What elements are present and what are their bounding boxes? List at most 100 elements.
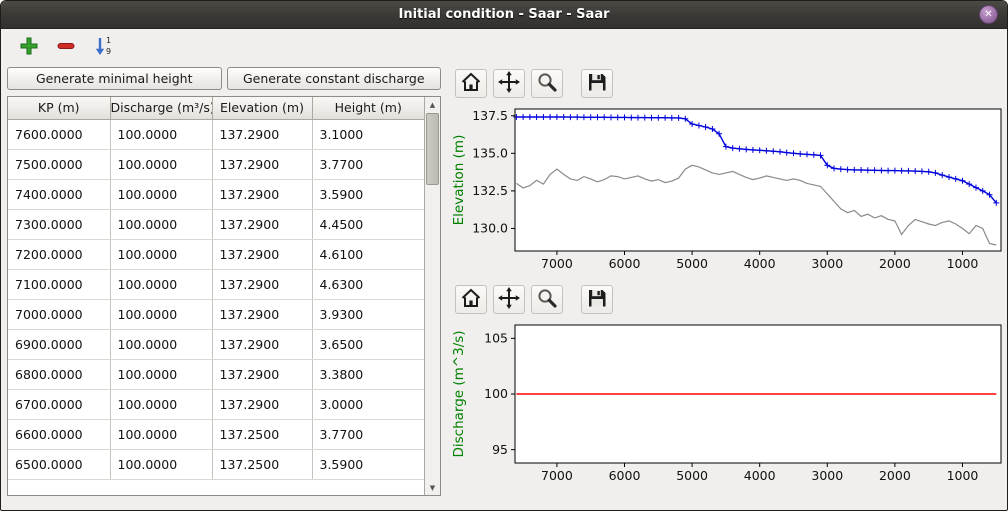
table-cell[interactable]: 100.0000	[110, 239, 212, 269]
initial-condition-table: KP (m)Discharge (m³/s)Elevation (m)Heigh…	[7, 96, 441, 496]
table-cell[interactable]: 137.2900	[212, 299, 312, 329]
discharge-save-button[interactable]	[581, 285, 613, 314]
svg-text:5000: 5000	[676, 468, 708, 483]
save-icon	[585, 70, 609, 97]
column-header[interactable]: Discharge (m³/s)	[110, 97, 212, 119]
add-row-button[interactable]	[15, 33, 43, 61]
elevation-plot-toolbar	[449, 65, 1008, 101]
sort-ascending-icon: 1 9	[92, 35, 114, 60]
table-cell[interactable]: 3.6500	[312, 329, 424, 359]
table-cell[interactable]: 3.9300	[312, 299, 424, 329]
remove-icon	[55, 35, 77, 60]
table-cell[interactable]: 100.0000	[110, 149, 212, 179]
table-cell[interactable]: 137.2900	[212, 269, 312, 299]
table-header-row: KP (m)Discharge (m³/s)Elevation (m)Heigh…	[8, 97, 424, 119]
table-cell[interactable]: 100.0000	[110, 119, 212, 149]
scrollbar-thumb[interactable]	[426, 113, 439, 185]
table-cell[interactable]: 100.0000	[110, 419, 212, 449]
table-cell[interactable]: 100.0000	[110, 359, 212, 389]
table-cell[interactable]: 100.0000	[110, 179, 212, 209]
table-scrollbar[interactable]: ▲ ▼	[424, 97, 440, 495]
table-cell[interactable]: 4.4500	[312, 209, 424, 239]
scrollbar-down-icon[interactable]: ▼	[425, 480, 440, 495]
table-cell[interactable]: 100.0000	[110, 269, 212, 299]
svg-text:1000: 1000	[947, 468, 979, 483]
table-cell[interactable]: 6900.0000	[8, 329, 110, 359]
table-cell[interactable]: 100.0000	[110, 329, 212, 359]
add-icon	[18, 35, 40, 60]
discharge-zoom-button[interactable]	[531, 285, 563, 314]
svg-text:105: 105	[484, 331, 508, 346]
table-cell[interactable]: 137.2900	[212, 389, 312, 419]
generate-constant-discharge-button[interactable]: Generate constant discharge	[227, 67, 442, 90]
generate-minimal-height-button[interactable]: Generate minimal height	[7, 67, 222, 90]
home-icon	[459, 286, 483, 313]
table-cell[interactable]: 7600.0000	[8, 119, 110, 149]
table-cell[interactable]: 3.0000	[312, 389, 424, 419]
table-cell[interactable]: 3.3800	[312, 359, 424, 389]
table-cell[interactable]: 137.2900	[212, 209, 312, 239]
table-cell[interactable]: 7100.0000	[8, 269, 110, 299]
column-header[interactable]: KP (m)	[8, 97, 110, 119]
table-cell[interactable]: 4.6100	[312, 239, 424, 269]
table-cell[interactable]: 137.2900	[212, 359, 312, 389]
elevation-pan-button[interactable]	[493, 69, 525, 98]
discharge-home-button[interactable]	[455, 285, 487, 314]
table-cell[interactable]: 7300.0000	[8, 209, 110, 239]
table-cell[interactable]: 137.2900	[212, 179, 312, 209]
table-cell[interactable]: 6700.0000	[8, 389, 110, 419]
elevation-home-button[interactable]	[455, 69, 487, 98]
table-cell[interactable]: 100.0000	[110, 449, 212, 479]
discharge-plot[interactable]: 700060005000400030002000100095100105Disc…	[449, 317, 1008, 493]
sort-ascending-button[interactable]: 1 9	[89, 33, 117, 61]
table-cell[interactable]: 3.1000	[312, 119, 424, 149]
column-header[interactable]: Height (m)	[312, 97, 424, 119]
table-cell[interactable]: 6600.0000	[8, 419, 110, 449]
elevation-plot[interactable]: 7000600050004000300020001000130.0132.513…	[449, 101, 1008, 281]
close-button[interactable]: ✕	[979, 5, 998, 24]
table-cell[interactable]: 137.2900	[212, 149, 312, 179]
table-cell[interactable]: 137.2900	[212, 329, 312, 359]
table-cell[interactable]: 7200.0000	[8, 239, 110, 269]
table-cell[interactable]: 3.5900	[312, 449, 424, 479]
window-title: Initial condition - Saar - Saar	[398, 7, 609, 22]
table-row: 7200.0000100.0000137.29004.6100	[8, 239, 424, 269]
table-cell[interactable]: 100.0000	[110, 209, 212, 239]
column-header[interactable]: Elevation (m)	[212, 97, 312, 119]
data-table: KP (m)Discharge (m³/s)Elevation (m)Heigh…	[8, 97, 424, 480]
svg-text:7000: 7000	[541, 468, 573, 483]
table-row: 7300.0000100.0000137.29004.4500	[8, 209, 424, 239]
app-window: Initial condition - Saar - Saar ✕	[0, 0, 1008, 511]
pan-icon	[497, 286, 521, 313]
table-row: 6600.0000100.0000137.25003.7700	[8, 419, 424, 449]
scrollbar-track[interactable]	[425, 112, 440, 480]
elevation-zoom-button[interactable]	[531, 69, 563, 98]
elevation-save-button[interactable]	[581, 69, 613, 98]
table-cell[interactable]: 7000.0000	[8, 299, 110, 329]
remove-row-button[interactable]	[52, 33, 80, 61]
svg-text:1000: 1000	[947, 256, 979, 271]
titlebar[interactable]: Initial condition - Saar - Saar ✕	[1, 1, 1007, 29]
table-cell[interactable]: 7400.0000	[8, 179, 110, 209]
table-cell[interactable]: 100.0000	[110, 389, 212, 419]
table-cell[interactable]: 137.2900	[212, 239, 312, 269]
scrollbar-up-icon[interactable]: ▲	[425, 97, 440, 112]
table-cell[interactable]: 7500.0000	[8, 149, 110, 179]
table-cell[interactable]: 3.7700	[312, 419, 424, 449]
table-cell[interactable]: 137.2900	[212, 119, 312, 149]
table-row: 7400.0000100.0000137.29003.5900	[8, 179, 424, 209]
table-cell[interactable]: 6800.0000	[8, 359, 110, 389]
table-cell[interactable]: 6500.0000	[8, 449, 110, 479]
plots-panel: 7000600050004000300020001000130.0132.513…	[441, 65, 1008, 496]
discharge-pan-button[interactable]	[493, 285, 525, 314]
table-cell[interactable]: 137.2500	[212, 449, 312, 479]
table-cell[interactable]: 137.2500	[212, 419, 312, 449]
table-cell[interactable]: 3.7700	[312, 149, 424, 179]
svg-text:9: 9	[106, 47, 111, 56]
svg-text:Discharge (m^3/s): Discharge (m^3/s)	[451, 330, 467, 457]
table-row: 7000.0000100.0000137.29003.9300	[8, 299, 424, 329]
table-cell[interactable]: 3.5900	[312, 179, 424, 209]
table-row: 6700.0000100.0000137.29003.0000	[8, 389, 424, 419]
table-cell[interactable]: 100.0000	[110, 299, 212, 329]
table-cell[interactable]: 4.6300	[312, 269, 424, 299]
